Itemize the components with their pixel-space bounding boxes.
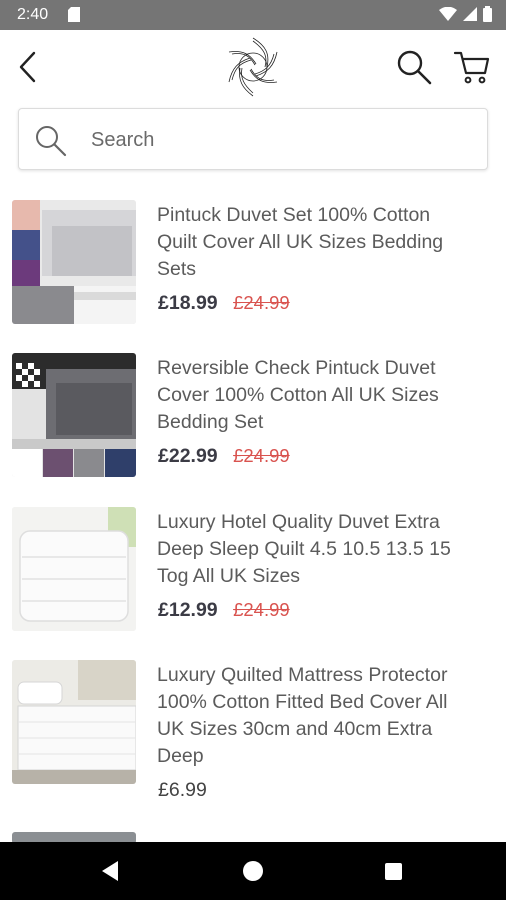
cart-icon: [453, 51, 490, 84]
chevron-left-icon: [19, 51, 36, 83]
product-old-price: £24.99: [233, 292, 290, 313]
status-time: 2:40: [17, 6, 49, 23]
status-bar: 2:40: [0, 0, 506, 30]
sd-card-icon: [68, 7, 80, 27]
app-header: [0, 30, 506, 104]
search-input[interactable]: [89, 121, 473, 159]
list-item[interactable]: Reversible Check Pintuck Duvet Cover 100…: [0, 353, 506, 493]
price-row: £6.99: [158, 779, 217, 802]
product-title[interactable]: Pintuck Duvet Set 100% Cotton Quilt Cove…: [157, 202, 457, 283]
product-image[interactable]: [12, 200, 136, 324]
product-price: £6.99: [158, 779, 207, 801]
status-icons: [439, 6, 492, 22]
list-item[interactable]: Pintuck Duvet Set 100% Cotton Quilt Cove…: [0, 200, 506, 340]
nav-back-icon[interactable]: [100, 860, 120, 882]
search-icon: [397, 50, 432, 85]
product-price: £18.99: [158, 292, 218, 314]
product-image[interactable]: [12, 660, 136, 784]
cart-button[interactable]: [452, 47, 492, 87]
list-item[interactable]: Luxury Hotel Quality Duvet Extra Deep Sl…: [0, 507, 506, 647]
product-title[interactable]: Luxury Quilted Mattress Protector 100% C…: [157, 662, 457, 770]
list-item[interactable]: Luxury Quilted Mattress Protector 100% C…: [0, 660, 506, 802]
product-old-price: £24.99: [233, 599, 290, 620]
product-image[interactable]: [12, 507, 136, 631]
nav-home-icon[interactable]: [243, 861, 263, 881]
nav-recents-icon[interactable]: [385, 863, 402, 880]
product-image[interactable]: [12, 353, 136, 477]
brand-logo[interactable]: [218, 32, 288, 102]
battery-icon: [483, 6, 492, 22]
back-button[interactable]: [12, 48, 48, 86]
product-price: £22.99: [158, 445, 218, 467]
product-title[interactable]: Luxury Hotel Quality Duvet Extra Deep Sl…: [157, 509, 457, 590]
product-old-price: £24.99: [233, 445, 290, 466]
system-nav-bar: [0, 842, 506, 900]
price-row: £12.99 £24.99: [158, 599, 290, 622]
product-price: £12.99: [158, 599, 218, 621]
search-button[interactable]: [394, 47, 434, 87]
wifi-icon: [439, 7, 457, 21]
product-title[interactable]: Reversible Check Pintuck Duvet Cover 100…: [157, 355, 457, 436]
search-icon: [36, 126, 67, 157]
search-box[interactable]: [18, 108, 488, 170]
price-row: £18.99 £24.99: [158, 292, 290, 315]
signal-icon: [463, 7, 477, 21]
price-row: £22.99 £24.99: [158, 445, 290, 468]
